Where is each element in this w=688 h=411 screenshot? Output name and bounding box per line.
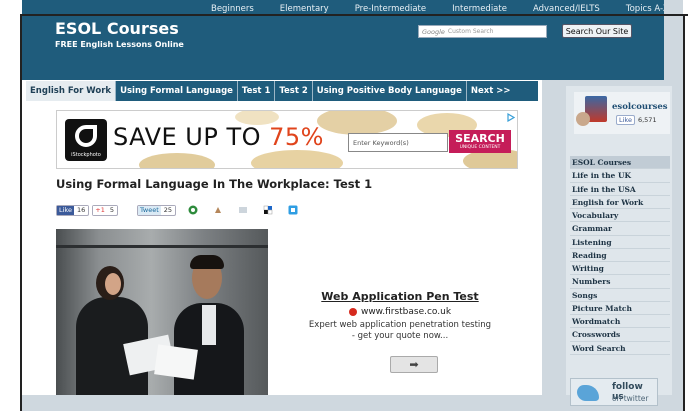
bullet-icon — [348, 308, 357, 316]
tweet-button[interactable]: Tweet 25 — [136, 204, 177, 216]
google-plus-label: +1 — [93, 205, 107, 215]
top-nav: Beginners Elementary Pre-Intermediate In… — [211, 4, 688, 14]
sidebar-item-picture-match[interactable]: Picture Match — [570, 302, 670, 315]
facebook-page-like[interactable]: Like 6,571 — [616, 114, 657, 125]
sidebar-item-crosswords[interactable]: Crosswords — [570, 328, 670, 342]
sidebar-item-songs[interactable]: Songs — [570, 289, 670, 302]
tab-using-formal-language[interactable]: Using Formal Language — [116, 81, 238, 101]
avatar — [576, 112, 590, 126]
page-edge — [664, 0, 683, 80]
search-input[interactable]: Google Custom Search — [418, 25, 547, 38]
delicious-icon[interactable] — [263, 205, 273, 215]
nav-advanced-ielts[interactable]: Advanced/IELTS — [533, 4, 600, 14]
site-header: Beginners Elementary Pre-Intermediate In… — [22, 0, 669, 80]
nav-topics[interactable]: Topics A-Z — [626, 4, 669, 14]
facebook-page-name[interactable]: esolcourses — [612, 102, 668, 112]
tab-test-1[interactable]: Test 1 — [238, 81, 276, 101]
adchoices-icon[interactable] — [507, 113, 515, 122]
text-ad-arrow-button[interactable]: ➡ — [390, 356, 438, 373]
text-ad-url[interactable]: www.firstbase.co.uk — [280, 307, 520, 317]
ad-search-button[interactable]: SEARCH UNIQUE CONTENT — [449, 130, 511, 153]
ad-search-label: SEARCH — [455, 132, 505, 145]
facebook-like-label: Like — [57, 205, 74, 215]
ad-percent: 75% — [269, 123, 324, 151]
photo-shelf — [56, 245, 268, 248]
search-placeholder: Custom Search — [447, 28, 494, 35]
site-logo[interactable]: ESOL Courses — [55, 19, 179, 38]
ad-headline-text: SAVE UP TO — [113, 123, 270, 151]
facebook-like-button[interactable]: Like 16 — [56, 204, 90, 216]
google-label: Google — [422, 27, 445, 36]
ad-headline: SAVE UP TO 75% — [113, 123, 324, 151]
tab-test-2[interactable]: Test 2 — [275, 81, 313, 101]
sidebar-item-wordmatch[interactable]: Wordmatch — [570, 315, 670, 329]
arrow-right-icon: ➡ — [409, 358, 419, 371]
twitter-bird-icon — [577, 385, 599, 401]
follow-line-2: on twitter — [612, 394, 649, 403]
sidebar-item-writing[interactable]: Writing — [570, 262, 670, 276]
tab-body-language[interactable]: Using Positive Body Language — [313, 81, 467, 101]
sidebar-item-life-in-the-usa[interactable]: Life in the USA — [570, 183, 670, 196]
banner-ad[interactable]: iStockphoto SAVE UP TO 75% Enter Keyword… — [56, 110, 518, 169]
photo-man-shirt — [202, 305, 216, 345]
stumbleupon-icon[interactable] — [188, 205, 198, 215]
sidebar-item-grammar[interactable]: Grammar — [570, 222, 670, 236]
follow-twitter-button[interactable]: follow us on twitter — [570, 378, 658, 406]
facebook-page-like-count: 6,571 — [637, 115, 657, 124]
google-plus-count: 5 — [106, 206, 117, 214]
sidebar-menu: ESOL Courses Life in the UK Life in the … — [570, 156, 670, 355]
window-border-top — [20, 14, 688, 16]
google-plus-button[interactable]: +1 5 — [92, 204, 118, 216]
page-title: Using Formal Language In The Workplace: … — [56, 177, 373, 191]
sidebar-item-word-search[interactable]: Word Search — [570, 342, 670, 355]
ad-search-sublabel: UNIQUE CONTENT — [459, 145, 501, 150]
text-ad-description-2: - get your quote now... — [351, 331, 449, 341]
tweet-count: 25 — [160, 206, 176, 214]
istock-brand: iStockphoto — [71, 152, 101, 158]
sidebar-item-numbers[interactable]: Numbers — [570, 275, 670, 289]
istock-logo: iStockphoto — [65, 119, 107, 161]
search-button[interactable]: Search Our Site — [562, 24, 632, 38]
sidebar-item-esol-courses[interactable]: ESOL Courses — [570, 156, 670, 170]
sidebar-item-life-in-the-uk[interactable]: Life in the UK — [570, 169, 670, 183]
share-bar: Like 16 +1 5 Tweet 25 — [56, 204, 304, 216]
tab-next[interactable]: Next >> — [467, 81, 515, 101]
tab-english-for-work[interactable]: English For Work — [26, 81, 117, 101]
nav-pre-intermediate[interactable]: Pre-Intermediate — [355, 4, 426, 14]
sidebar-item-listening[interactable]: Listening — [570, 236, 670, 249]
text-ad-url-text: www.firstbase.co.uk — [360, 307, 452, 317]
site-tagline: FREE English Lessons Online — [55, 40, 184, 49]
istock-mark-icon — [75, 125, 97, 147]
photo-paper — [154, 344, 198, 380]
lesson-tabs: English For Work Using Formal Language T… — [26, 81, 538, 101]
ad-keyword-input[interactable]: Enter Keyword(s) — [348, 133, 448, 152]
nav-elementary[interactable]: Elementary — [280, 4, 329, 14]
share-icon[interactable] — [288, 205, 298, 215]
facebook-page-like-label: Like — [616, 114, 635, 125]
text-ad: Web Application Pen Test www.firstbase.c… — [280, 287, 520, 373]
sidebar-item-reading[interactable]: Reading — [570, 249, 670, 262]
window-border-left — [20, 14, 22, 411]
workplace-photo — [56, 229, 268, 395]
photo-man-hair — [190, 255, 224, 269]
digg-icon[interactable] — [213, 205, 223, 215]
sidebar-item-english-for-work[interactable]: English for Work — [570, 196, 670, 209]
nav-beginners[interactable]: Beginners — [211, 4, 254, 14]
tweet-label: Tweet — [137, 205, 161, 215]
bookmark-icon[interactable] — [238, 205, 248, 215]
text-ad-title[interactable]: Web Application Pen Test — [280, 290, 520, 303]
facebook-like-count: 16 — [73, 206, 89, 214]
text-ad-description-1: Expert web application penetration testi… — [308, 320, 492, 330]
window-border-right — [683, 14, 685, 411]
sidebar-item-vocabulary[interactable]: Vocabulary — [570, 209, 670, 223]
photo-woman-face — [105, 273, 121, 295]
nav-intermediate[interactable]: Intermediate — [452, 4, 507, 14]
